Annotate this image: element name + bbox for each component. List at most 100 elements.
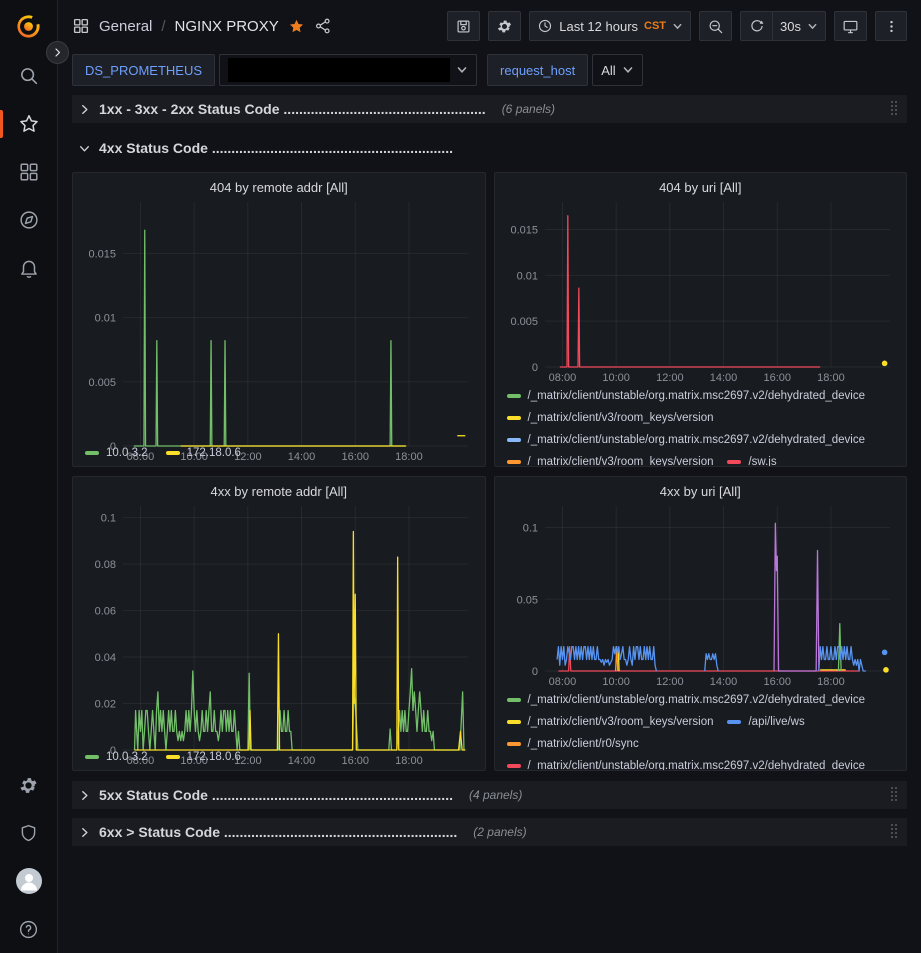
variable-datasource-value[interactable] <box>219 54 477 86</box>
svg-text:0.08: 0.08 <box>95 559 116 571</box>
row-title: 1xx - 3xx - 2xx Status Code ............… <box>99 101 486 117</box>
breadcrumb-dashboard-title[interactable]: NGINX PROXY <box>175 18 279 35</box>
share-button[interactable] <box>314 17 332 35</box>
svg-text:14:00: 14:00 <box>288 451 316 463</box>
row-drag-handle[interactable] <box>891 824 899 840</box>
dashboard-canvas: 1xx - 3xx - 2xx Status Code ............… <box>58 95 921 953</box>
svg-text:12:00: 12:00 <box>656 676 684 688</box>
save-dashboard-button[interactable] <box>447 11 480 41</box>
svg-text:0.04: 0.04 <box>95 652 116 664</box>
svg-text:0.06: 0.06 <box>95 606 116 618</box>
legend-item[interactable]: /sw.js <box>727 451 776 466</box>
svg-text:12:00: 12:00 <box>234 755 262 767</box>
legend-item[interactable]: /_matrix/client/unstable/org.matrix.msc2… <box>507 385 866 407</box>
sidebar-item-configuration[interactable] <box>0 761 57 809</box>
sidebar <box>0 0 58 953</box>
sidebar-item-server-admin[interactable] <box>0 809 57 857</box>
refresh-button[interactable] <box>740 11 772 41</box>
chevron-down-icon <box>456 64 468 76</box>
svg-text:16:00: 16:00 <box>341 755 369 767</box>
row-drag-handle[interactable] <box>891 101 899 117</box>
chevron-right-icon <box>78 103 91 116</box>
panel-title[interactable]: 404 by remote addr [All] <box>81 177 477 197</box>
legend-swatch <box>507 416 521 420</box>
legend-swatch <box>507 460 521 464</box>
legend-item[interactable]: /_matrix/client/v3/room_keys/version <box>507 711 714 733</box>
timezone-label: CST <box>644 20 666 32</box>
row-title: 5xx Status Code ........................… <box>99 787 453 803</box>
time-range-label: Last 12 hours <box>559 19 638 34</box>
breadcrumb-section[interactable]: General <box>99 18 152 35</box>
row-5xx[interactable]: 5xx Status Code ........................… <box>72 781 907 809</box>
panel-title[interactable]: 404 by uri [All] <box>503 177 899 197</box>
panel-4xx-by-uri: 4xx by uri [All] 00.050.108:0010:0012:00… <box>494 476 908 771</box>
sidebar-item-explore[interactable] <box>0 196 57 244</box>
more-options-button[interactable] <box>875 11 907 41</box>
svg-text:0.005: 0.005 <box>88 377 116 389</box>
time-series-chart[interactable]: 00.020.040.060.080.108:0010:0012:0014:00… <box>81 501 477 745</box>
svg-text:12:00: 12:00 <box>234 451 262 463</box>
svg-text:0: 0 <box>110 745 116 757</box>
compass-icon <box>18 209 40 231</box>
panel-legend: /_matrix/client/unstable/org.matrix.msc2… <box>503 384 899 466</box>
legend-item[interactable]: /_matrix/client/r0/sync <box>507 733 639 755</box>
row-6xx[interactable]: 6xx > Status Code ......................… <box>72 818 907 846</box>
row-panel-count: (2 panels) <box>473 825 526 839</box>
time-series-chart[interactable]: 00.050.108:0010:0012:0014:0016:0018:00 <box>503 501 899 688</box>
panel-legend: /_matrix/client/unstable/org.matrix.msc2… <box>503 688 899 770</box>
svg-text:10:00: 10:00 <box>602 676 630 688</box>
svg-text:0.005: 0.005 <box>510 316 538 328</box>
variable-request-host-value[interactable]: All <box>592 54 642 86</box>
row-4xx[interactable]: 4xx Status Code ........................… <box>72 133 907 163</box>
legend-item[interactable]: /_matrix/client/unstable/org.matrix.msc2… <box>507 755 866 770</box>
svg-text:08:00: 08:00 <box>548 372 576 384</box>
legend-item[interactable]: /_matrix/client/unstable/org.matrix.msc2… <box>507 689 866 711</box>
legend-item[interactable]: /api/live/ws <box>727 711 804 733</box>
dashboard-apps-icon <box>72 17 90 35</box>
dashboard-settings-button[interactable] <box>488 11 521 41</box>
svg-text:14:00: 14:00 <box>709 372 737 384</box>
shield-icon <box>18 823 39 844</box>
time-range-picker[interactable]: Last 12 hours CST <box>529 11 691 41</box>
sidebar-item-alerting[interactable] <box>0 244 57 292</box>
legend-label: /_matrix/client/v3/room_keys/version <box>528 412 714 424</box>
svg-text:08:00: 08:00 <box>127 755 155 767</box>
row-title: 6xx > Status Code ......................… <box>99 824 457 840</box>
time-series-chart[interactable]: 00.0050.010.01508:0010:0012:0014:0016:00… <box>81 197 477 441</box>
variable-request-host: request_host All <box>487 54 643 86</box>
legend-label: /_matrix/client/unstable/org.matrix.msc2… <box>528 434 866 446</box>
tv-kiosk-mode-button[interactable] <box>834 11 867 41</box>
favorite-star-button[interactable] <box>288 18 305 35</box>
svg-text:12:00: 12:00 <box>656 372 684 384</box>
monitor-icon <box>842 18 859 35</box>
row-1xx-3xx-2xx[interactable]: 1xx - 3xx - 2xx Status Code ............… <box>72 95 907 123</box>
variable-request-host-selected: All <box>601 63 615 78</box>
svg-text:14:00: 14:00 <box>288 755 316 767</box>
star-icon <box>18 113 40 135</box>
panel-title[interactable]: 4xx by remote addr [All] <box>81 481 477 501</box>
svg-text:16:00: 16:00 <box>341 451 369 463</box>
sidebar-item-starred[interactable] <box>0 100 57 148</box>
toolbar: Last 12 hours CST <box>447 11 907 41</box>
legend-label: /_matrix/client/unstable/org.matrix.msc2… <box>528 694 866 706</box>
refresh-interval-dropdown[interactable]: 30s <box>772 11 826 41</box>
sidebar-item-dashboards[interactable] <box>0 148 57 196</box>
legend-swatch <box>507 720 521 724</box>
star-filled-icon <box>288 18 305 35</box>
sidebar-item-profile[interactable] <box>0 857 57 905</box>
zoom-out-icon <box>707 18 724 35</box>
row-drag-handle[interactable] <box>891 787 899 803</box>
time-series-chart[interactable]: 00.0050.010.01508:0010:0012:0014:0016:00… <box>503 197 899 384</box>
panel-title[interactable]: 4xx by uri [All] <box>503 481 899 501</box>
legend-item[interactable]: /_matrix/client/v3/room_keys/version <box>507 407 714 429</box>
legend-swatch <box>507 394 521 398</box>
save-icon <box>455 18 472 35</box>
sidebar-item-help[interactable] <box>0 905 57 953</box>
sidebar-expand-button[interactable] <box>46 41 69 64</box>
zoom-out-button[interactable] <box>699 11 732 41</box>
panel-404-by-uri: 404 by uri [All] 00.0050.010.01508:0010:… <box>494 172 908 467</box>
svg-text:0.015: 0.015 <box>88 248 116 260</box>
svg-text:0.05: 0.05 <box>516 594 537 606</box>
legend-item[interactable]: /_matrix/client/unstable/org.matrix.msc2… <box>507 429 866 451</box>
legend-item[interactable]: /_matrix/client/v3/room_keys/version <box>507 451 714 466</box>
